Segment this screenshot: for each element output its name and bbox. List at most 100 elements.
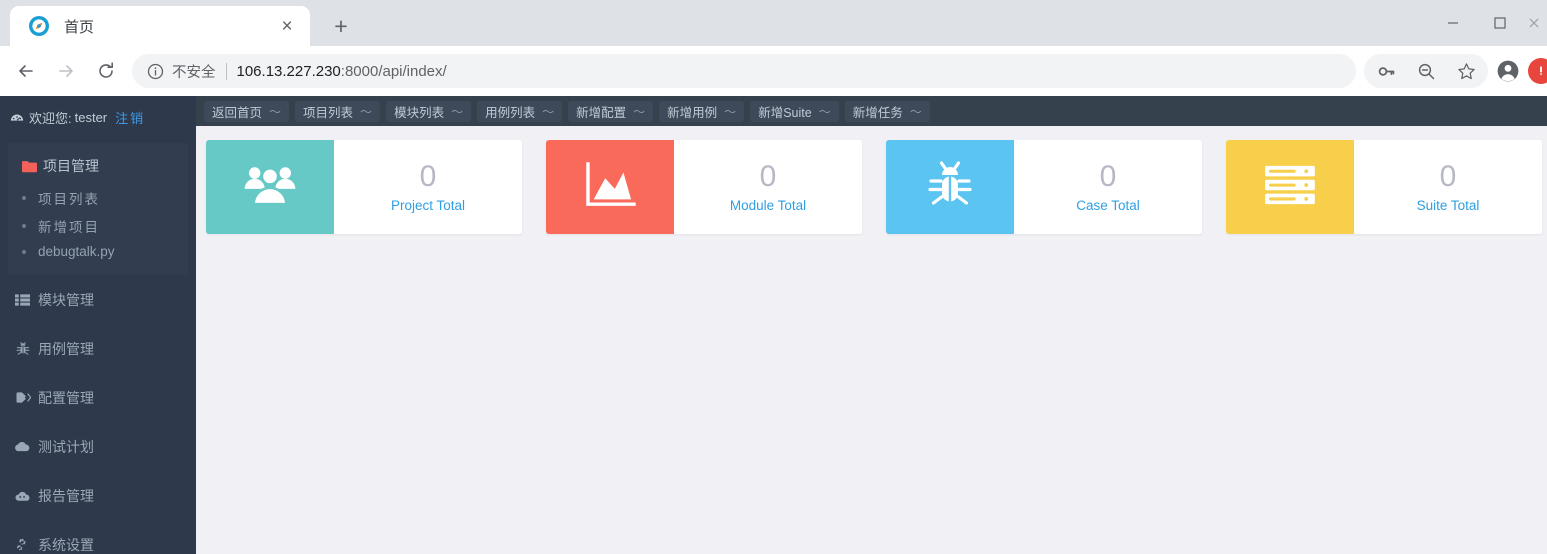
navbtn-label: 新增任务 [852,105,903,120]
star-icon[interactable] [1446,51,1486,91]
logout-link[interactable]: 注销 [115,108,145,127]
account-avatar-icon[interactable] [1488,51,1528,91]
submenu-item-label: 项目列表 [38,192,100,207]
tab-strip: 首页 × + [0,0,1547,46]
browser-tab[interactable]: 首页 × [10,6,310,46]
address-bar[interactable]: 不安全 106.13.227.230:8000/api/index/ [132,54,1356,88]
minimize-button[interactable] [1429,0,1476,46]
bullet-icon [22,196,26,200]
stat-card-suite[interactable]: 0 Suite Total [1226,140,1542,234]
submenu-item-label: 新增项目 [38,220,100,235]
close-icon[interactable]: × [274,13,300,39]
extension-badge-icon[interactable] [1528,58,1547,84]
navbtn-case-list[interactable]: 用例列表 〜 [477,100,563,122]
stat-card-case[interactable]: 0 Case Total [886,140,1202,234]
key-icon[interactable] [1366,51,1406,91]
navbtn-label: 用例列表 [485,105,536,120]
card-label: Suite Total [1416,198,1480,214]
card-body: 0 Case Total [1014,140,1202,234]
stat-cards: 0 Project Total 0 Module Total 0 Case To… [196,140,1547,234]
welcome-prefix: 欢迎您: [29,111,72,126]
zoom-out-icon[interactable] [1406,51,1446,91]
sidebar-item-label: 报告管理 [38,487,94,504]
stat-card-module[interactable]: 0 Module Total [546,140,862,234]
main-area: 返回首页 〜 项目列表 〜 模块列表 〜 用例列表 〜 新增配置 〜 新增用例 … [196,96,1547,554]
navbtn-label: 返回首页 [212,105,263,120]
welcome-bar: 欢迎您: tester 注销 [0,96,196,137]
cloud-report-icon [14,490,31,502]
sidebar-item-config-management[interactable]: 配置管理 [0,373,196,422]
card-value: 0 [1439,159,1457,193]
sidebar-item-project-list[interactable]: 项目列表 [8,184,188,212]
wave-icon: 〜 [909,104,922,119]
compass-favicon [28,15,50,37]
stat-card-project[interactable]: 0 Project Total [206,140,522,234]
content-area: 0 Project Total 0 Module Total 0 Case To… [196,126,1547,554]
folder-icon [22,160,37,173]
browser-window: 首页 × + 不安全 106.13.227.230:8000/api/index… [0,0,1547,554]
maximize-button[interactable] [1476,0,1523,46]
navbtn-label: 项目列表 [303,105,354,120]
bullet-icon [22,224,26,228]
wave-icon: 〜 [451,104,464,119]
navbtn-new-case[interactable]: 新增用例 〜 [659,100,745,122]
card-icon-wrap [1226,140,1354,234]
sidebar-item-module-management[interactable]: 模块管理 [0,275,196,324]
sidebar-item-label: 系统设置 [38,536,94,553]
wave-icon: 〜 [269,104,282,119]
navbtn-label: 模块列表 [394,105,445,120]
page-body: 欢迎您: tester 注销 项目管理 项目列表 新增项目 debugtalk.… [0,96,1547,554]
wave-icon: 〜 [633,104,646,119]
reload-icon[interactable] [86,51,126,91]
gears-icon [14,538,31,552]
sidebar-item-project-management[interactable]: 项目管理 [8,153,188,184]
sidebar-item-system-settings[interactable]: 系统设置 [0,520,196,554]
sidebar-item-debugtalk[interactable]: debugtalk.py [8,240,188,263]
navbtn-label: 新增用例 [667,105,718,120]
navbtn-module-list[interactable]: 模块列表 〜 [386,100,472,122]
toolbar-right-actions [1364,51,1547,91]
close-window-button[interactable] [1523,0,1547,46]
card-icon-wrap [206,140,334,234]
window-controls [1429,0,1547,46]
sidebar-item-label: 配置管理 [38,389,94,406]
submenu-item-label: debugtalk.py [38,244,115,259]
toolbar-action-pill [1364,54,1488,88]
navbtn-new-task[interactable]: 新增任务 〜 [844,100,930,122]
card-value: 0 [759,159,777,193]
bug-icon [926,160,974,214]
sidebar: 欢迎您: tester 注销 项目管理 项目列表 新增项目 debugtalk.… [0,96,196,554]
card-value: 0 [419,159,437,193]
card-body: 0 Module Total [674,140,862,234]
list-grid-icon [14,293,31,306]
navbtn-new-suite[interactable]: 新增Suite 〜 [750,100,839,122]
navbtn-new-config[interactable]: 新增配置 〜 [568,100,654,122]
sidebar-item-test-plan[interactable]: 测试计划 [0,422,196,471]
wave-icon: 〜 [542,104,555,119]
submenu-title: 项目管理 [43,158,99,174]
url-text: 106.13.227.230:8000/api/index/ [237,63,447,80]
dashboard-icon [10,111,24,125]
arrow-left-icon[interactable] [6,51,46,91]
sidebar-item-label: 模块管理 [38,291,94,308]
sidebar-item-report-management[interactable]: 报告管理 [0,471,196,520]
sidebar-item-label: 用例管理 [38,340,94,357]
wave-icon: 〜 [360,104,373,119]
new-tab-button[interactable]: + [324,9,358,43]
sidebar-item-new-project[interactable]: 新增项目 [8,212,188,240]
info-circle-icon[interactable] [144,60,166,82]
card-body: 0 Project Total [334,140,522,234]
navbtn-label: 新增配置 [576,105,627,120]
card-body: 0 Suite Total [1354,140,1542,234]
wave-icon: 〜 [724,104,737,119]
omnibox-divider [225,62,227,80]
tab-title: 首页 [64,18,95,36]
area-chart-icon [584,161,636,213]
security-label: 不安全 [172,64,216,81]
navbtn-home[interactable]: 返回首页 〜 [204,100,290,122]
server-rack-icon [1264,164,1316,211]
sidebar-item-case-management[interactable]: 用例管理 [0,324,196,373]
welcome-username: tester [74,110,108,125]
navbtn-project-list[interactable]: 项目列表 〜 [295,100,381,122]
bullet-icon [22,249,26,254]
